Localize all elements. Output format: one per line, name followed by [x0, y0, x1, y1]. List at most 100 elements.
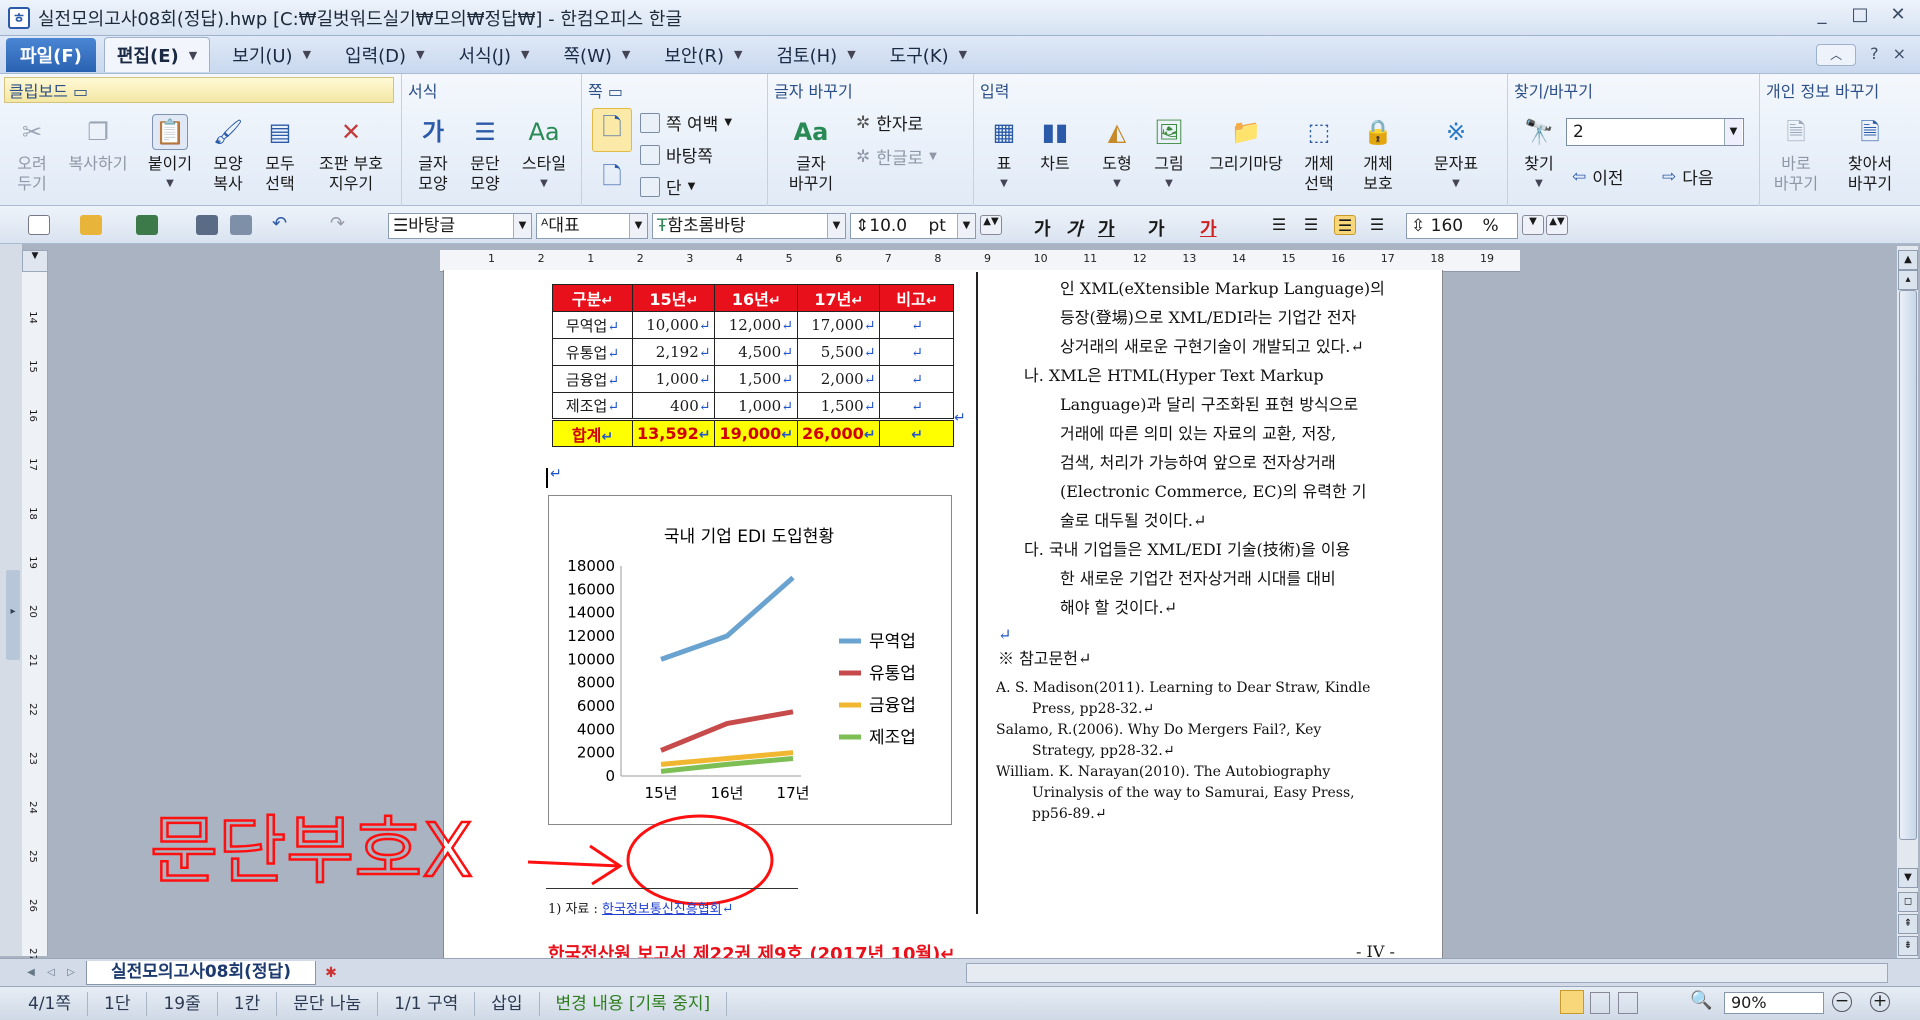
redo-icon[interactable]: ↷ [330, 215, 352, 235]
table-button[interactable]: ▦ 표 ▼ [982, 114, 1026, 194]
table-cell[interactable]: 5,500↵ [796, 338, 881, 366]
undo-icon[interactable]: ↶ [272, 215, 294, 235]
close-doc-button[interactable]: × [1893, 44, 1906, 66]
select-all-button[interactable]: ▤ 모두 선택 [256, 114, 304, 194]
page-view-icon[interactable]: ◻ [1898, 892, 1918, 912]
find-replace-button[interactable]: 🗎 찾아서 바꾸기 [1832, 114, 1908, 194]
tab-first-icon[interactable]: ◀ [22, 963, 40, 983]
para-shape-button[interactable]: ☰ 문단 모양 [460, 114, 510, 194]
menu-view[interactable]: 보기(U) ▼ [220, 38, 323, 72]
convert-text-button[interactable]: Aa 글자 바꾸기 [776, 114, 846, 194]
menu-insert[interactable]: 입력(D) ▼ [333, 38, 437, 72]
page-setup-button[interactable]: 🗋 [592, 108, 632, 152]
page-up-icon[interactable]: ▴ [1898, 270, 1918, 290]
view-page-icon[interactable] [1560, 990, 1584, 1014]
font-select[interactable]: Ŧ함초롬바탕 ▼ [652, 213, 846, 239]
table-cell[interactable]: ↵ [879, 338, 955, 366]
page-margin-button[interactable]: 쪽 여백 ▼ [640, 110, 732, 135]
table-header-cell[interactable]: 16년↵ [714, 284, 798, 312]
find-prev-button[interactable]: ⇦ 이전 [1572, 164, 1624, 190]
font-color-button[interactable]: 가 [1200, 215, 1217, 241]
maximize-button[interactable]: □ [1848, 4, 1872, 25]
table-cell[interactable]: 19,000↵ [714, 418, 798, 447]
size-spinner[interactable]: ▲▼ [980, 215, 1002, 235]
zoom-out-icon[interactable]: − [1832, 992, 1852, 1012]
horizontal-scrollbar[interactable] [966, 963, 1888, 983]
tab-prev-icon[interactable]: ◁ [42, 963, 60, 983]
clipart-button[interactable]: 📁 그리기마당 [1198, 114, 1294, 174]
footnote-link[interactable]: 한국정보통신진흥협회 [602, 902, 722, 917]
char-shape-button[interactable]: 가 글자 모양 [408, 114, 458, 194]
chevron-down-icon[interactable]: ▼ [1522, 215, 1544, 235]
menu-security[interactable]: 보안(R) ▼ [652, 38, 754, 72]
menu-review[interactable]: 검토(H) ▼ [765, 38, 868, 72]
zoom-input[interactable]: 90% [1724, 992, 1824, 1014]
style-button[interactable]: Aa 스타일 ▼ [512, 114, 576, 194]
preview-icon[interactable] [230, 215, 252, 235]
to-hangul-button[interactable]: ✲ 한글로 ▼ [856, 144, 937, 170]
table-cell[interactable]: 26,000↵ [796, 418, 881, 447]
clear-marks-button[interactable]: ✕ 조판 부호 지우기 [306, 114, 396, 194]
language-select[interactable]: ᴬ대표 ▼ [536, 213, 648, 239]
save-icon[interactable] [136, 215, 158, 235]
format-painter-button[interactable]: 🖌 모양 복사 [204, 114, 252, 194]
font-size-input[interactable]: ⇕10.0 pt ▼ [850, 213, 976, 239]
line-spacing-input[interactable]: ⇳ 160 % [1406, 213, 1518, 239]
chevron-down-icon[interactable]: ▼ [189, 49, 197, 62]
table-cell[interactable]: 1,000↵ [631, 365, 716, 393]
copy-button[interactable]: ❐ 복사하기 [58, 114, 138, 174]
table-cell[interactable]: 유통업↵ [552, 338, 633, 366]
table-header-cell[interactable]: 비고↵ [879, 284, 955, 312]
align-left-icon[interactable]: ☰ [1300, 215, 1322, 235]
picture-button[interactable]: 🖼 그림 ▼ [1144, 114, 1194, 194]
bold-button[interactable]: 가 [1034, 215, 1051, 241]
open-folder-icon[interactable] [80, 215, 102, 235]
object-select-button[interactable]: ⬚ 개체 선택 [1294, 114, 1344, 194]
line-spacing-spinner[interactable]: ▲▼ [1546, 215, 1568, 235]
align-center-icon[interactable]: ☰ [1334, 215, 1356, 235]
tab-next-icon[interactable]: ▷ [62, 963, 80, 983]
align-right-icon[interactable]: ☰ [1366, 215, 1388, 235]
menu-edit[interactable]: 편집(E) ▼ [103, 37, 211, 72]
new-tab-icon[interactable]: ✱ [322, 963, 340, 983]
strike-button[interactable]: 가 [1148, 215, 1165, 241]
table-cell[interactable]: ↵ [879, 365, 955, 393]
chart-container[interactable]: 국내 기업 EDI 도입현황 18000 16000 14000 12000 10000… [548, 495, 952, 825]
view-outline-icon[interactable] [1618, 992, 1638, 1014]
table-cell[interactable]: 13,592↵ [631, 418, 716, 447]
close-button[interactable]: ✕ [1886, 4, 1910, 25]
menu-page[interactable]: 쪽(W) ▼ [551, 38, 642, 72]
ruler-corner-button[interactable]: ▼ [22, 250, 48, 272]
print-icon[interactable] [196, 215, 218, 235]
object-protect-button[interactable]: 🔒 개체 보호 [1348, 114, 1408, 194]
menu-tools[interactable]: 도구(K) ▼ [878, 38, 979, 72]
view-draft-icon[interactable] [1590, 992, 1610, 1014]
menu-file[interactable]: 파일(F) [6, 37, 96, 72]
ribbon-collapse-button[interactable]: ︿ [1816, 44, 1857, 66]
vertical-scrollbar[interactable]: ▲ ▴ ▼ ◻ ⇞ ⇟ [1896, 246, 1918, 958]
table-cell[interactable]: ↵ [879, 392, 955, 420]
symbol-button[interactable]: ※ 문자표 ▼ [1426, 114, 1486, 194]
table-cell[interactable]: ↵ [879, 418, 955, 447]
table-cell[interactable]: 1,500↵ [796, 392, 881, 420]
table-cell[interactable]: 금융업↵ [552, 365, 633, 393]
paste-button[interactable]: 📋 붙이기 ▼ [140, 114, 200, 194]
scrollbar-thumb[interactable] [1899, 290, 1917, 840]
table-cell[interactable]: 10,000↵ [631, 311, 716, 339]
italic-button[interactable]: 가 [1066, 215, 1083, 241]
style-select[interactable]: ☰바탕글 ▼ [388, 213, 532, 239]
table-cell[interactable]: 2,000↵ [796, 365, 881, 393]
page-layout-button[interactable]: 🗋 [592, 158, 632, 198]
find-dropdown-icon[interactable]: ▼ [1724, 119, 1742, 145]
menu-format[interactable]: 서식(J) ▼ [447, 38, 542, 72]
sidebar-toggle[interactable]: ▸ [6, 570, 20, 660]
zoom-icon[interactable]: 🔍 [1690, 990, 1712, 1011]
scroll-up-icon[interactable]: ▲ [1898, 250, 1918, 270]
table-header-cell[interactable]: 15년↵ [631, 284, 716, 312]
table-cell[interactable]: 12,000↵ [714, 311, 798, 339]
scroll-down-icon[interactable]: ▼ [1898, 868, 1918, 888]
table-cell[interactable]: 2,192↵ [631, 338, 716, 366]
tab-document[interactable]: 실전모의고사08회(정답) [86, 961, 316, 985]
table-cell[interactable]: 제조업↵ [552, 392, 633, 420]
table-cell[interactable]: 4,500↵ [714, 338, 798, 366]
